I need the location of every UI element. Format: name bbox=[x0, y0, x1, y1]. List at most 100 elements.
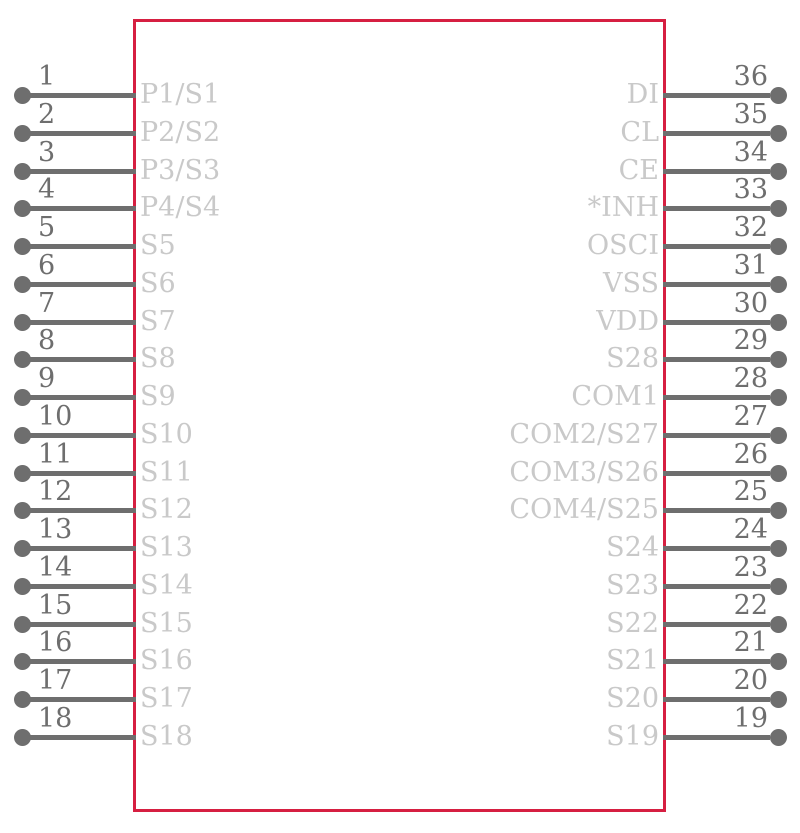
pin-line bbox=[663, 281, 770, 287]
pin-name: COM2/S27 bbox=[509, 418, 659, 450]
pin-number: 27 bbox=[733, 400, 768, 432]
pin-number: 29 bbox=[733, 325, 768, 357]
pin-line bbox=[663, 734, 770, 740]
pin-name: S7 bbox=[140, 305, 176, 337]
pin-line bbox=[30, 281, 136, 287]
pin-connection-dot[interactable] bbox=[770, 728, 787, 746]
schematic-symbol: 1 P1/S1 2 P2/S2 3 P3/S3 4 P4/S4 5 S5 6 S6 7 S7 8 S8 9 S9 1… bbox=[0, 0, 800, 833]
pin-connection-dot[interactable] bbox=[14, 502, 31, 520]
pin-line bbox=[30, 470, 136, 476]
pin-name: S24 bbox=[606, 532, 659, 563]
pin-number: 6 bbox=[38, 249, 56, 281]
pin-number: 4 bbox=[38, 174, 56, 206]
pin-connection-dot[interactable] bbox=[14, 426, 31, 444]
pin-connection-dot[interactable] bbox=[14, 124, 31, 142]
pin-connection-dot[interactable] bbox=[14, 615, 31, 633]
pin-connection-dot[interactable] bbox=[770, 389, 787, 406]
pin-name: S22 bbox=[606, 607, 659, 639]
pin-name: S16 bbox=[140, 645, 193, 677]
pin-connection-dot[interactable] bbox=[14, 275, 31, 293]
pin-connection-dot[interactable] bbox=[770, 653, 787, 671]
pin-connection-dot[interactable] bbox=[770, 200, 787, 218]
pin-line bbox=[30, 659, 136, 665]
pin-name: S6 bbox=[140, 267, 176, 299]
pin-number: 16 bbox=[38, 627, 73, 659]
pin-number: 2 bbox=[38, 98, 56, 130]
pin-number: 18 bbox=[38, 702, 73, 734]
pin-name: COM1 bbox=[571, 381, 659, 412]
pin-number: 20 bbox=[733, 665, 768, 696]
pin-name: S23 bbox=[606, 569, 659, 601]
pin-name: S20 bbox=[606, 683, 659, 714]
pin-connection-dot[interactable] bbox=[14, 313, 31, 331]
pin-number: 31 bbox=[733, 249, 768, 281]
pin-name: S13 bbox=[140, 532, 193, 563]
pin-name: P4/S4 bbox=[140, 192, 221, 224]
pin-connection-dot[interactable] bbox=[770, 162, 787, 180]
pin-connection-dot[interactable] bbox=[770, 87, 787, 104]
pin-line bbox=[663, 168, 770, 174]
pin-connection-dot[interactable] bbox=[14, 728, 31, 746]
pin-line bbox=[30, 546, 136, 551]
pin-number: 21 bbox=[733, 627, 768, 659]
pin-number: 24 bbox=[733, 514, 768, 545]
pin-line bbox=[663, 432, 770, 438]
pin-connection-dot[interactable] bbox=[770, 577, 787, 595]
pin-number: 36 bbox=[733, 61, 768, 92]
pin-connection-dot[interactable] bbox=[770, 275, 787, 293]
pin-number: 12 bbox=[38, 476, 73, 508]
pin-number: 10 bbox=[38, 400, 73, 432]
pin-connection-dot[interactable] bbox=[770, 615, 787, 633]
pin-number: 7 bbox=[38, 287, 56, 319]
pin-number: 19 bbox=[733, 702, 768, 734]
pin-connection-dot[interactable] bbox=[14, 162, 31, 180]
pin-number: 13 bbox=[38, 514, 73, 545]
pin-connection-dot[interactable] bbox=[14, 653, 31, 671]
pin-connection-dot[interactable] bbox=[770, 464, 787, 482]
pin-line bbox=[663, 508, 770, 514]
pin-line bbox=[663, 93, 770, 98]
pin-line bbox=[30, 508, 136, 514]
pin-connection-dot[interactable] bbox=[14, 200, 31, 218]
pin-name: S9 bbox=[140, 381, 176, 412]
pin-line bbox=[663, 546, 770, 551]
pin-line bbox=[663, 659, 770, 665]
pin-line bbox=[663, 395, 770, 400]
pin-line bbox=[30, 130, 136, 136]
pin-number: 23 bbox=[733, 551, 768, 583]
pin-connection-dot[interactable] bbox=[14, 464, 31, 482]
pin-connection-dot[interactable] bbox=[14, 351, 31, 369]
pin-connection-dot[interactable] bbox=[770, 691, 787, 708]
pin-name: S8 bbox=[140, 343, 176, 375]
pin-name: DI bbox=[626, 79, 659, 110]
pin-connection-dot[interactable] bbox=[14, 87, 31, 104]
pin-line bbox=[663, 357, 770, 363]
pin-number: 35 bbox=[733, 98, 768, 130]
pin-line bbox=[30, 357, 136, 363]
pin-connection-dot[interactable] bbox=[770, 351, 787, 369]
pin-connection-dot[interactable] bbox=[14, 238, 31, 255]
pin-line bbox=[30, 395, 136, 400]
pin-connection-dot[interactable] bbox=[770, 238, 787, 255]
pin-number: 17 bbox=[38, 665, 73, 696]
pin-name: P3/S3 bbox=[140, 154, 221, 186]
pin-line bbox=[663, 470, 770, 476]
pin-line bbox=[30, 621, 136, 627]
pin-connection-dot[interactable] bbox=[14, 691, 31, 708]
pin-number: 28 bbox=[733, 363, 768, 394]
pin-line bbox=[30, 244, 136, 249]
pin-line bbox=[663, 319, 770, 325]
pin-number: 30 bbox=[733, 287, 768, 319]
pin-connection-dot[interactable] bbox=[770, 502, 787, 520]
pin-connection-dot[interactable] bbox=[14, 540, 31, 557]
pin-line bbox=[30, 734, 136, 740]
pin-connection-dot[interactable] bbox=[770, 313, 787, 331]
pin-connection-dot[interactable] bbox=[14, 577, 31, 595]
pin-connection-dot[interactable] bbox=[770, 426, 787, 444]
pin-connection-dot[interactable] bbox=[770, 124, 787, 142]
pin-name: *INH bbox=[587, 192, 659, 224]
pin-connection-dot[interactable] bbox=[14, 389, 31, 406]
pin-name: S12 bbox=[140, 494, 193, 526]
pin-connection-dot[interactable] bbox=[770, 540, 787, 557]
pin-number: 33 bbox=[733, 174, 768, 206]
